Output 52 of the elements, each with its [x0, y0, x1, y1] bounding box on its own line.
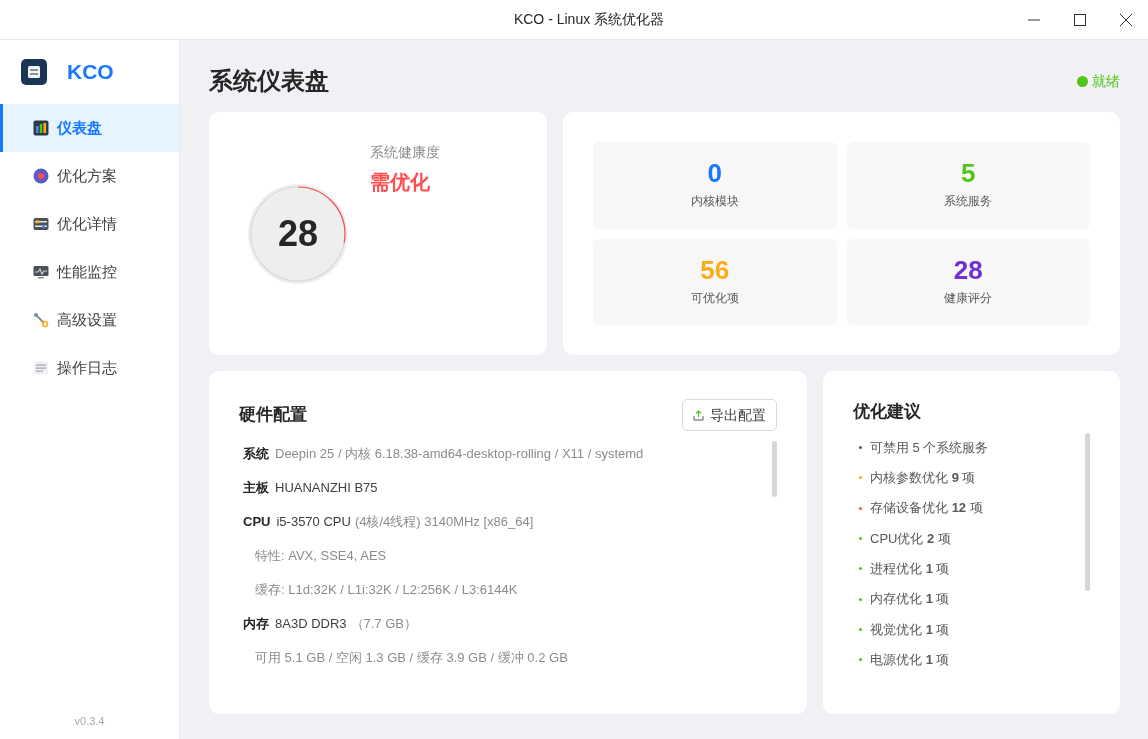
version-label: v0.3.4: [74, 713, 105, 729]
suggestion-item: 进程优化 1 项: [870, 560, 950, 579]
hardware-row-text: CPU i5-3570 CPU (4核/4线程) 3140MHz [x86_64]: [243, 513, 534, 532]
hardware-detail: 缓存: L1d:32K / L1i:32K / L2:256K / L3:6144K: [255, 581, 518, 600]
sidebar-item[interactable]: 优化详情: [0, 200, 179, 248]
sidebar-item[interactable]: 性能监控: [0, 248, 179, 296]
scrollbar-thumb[interactable]: [1085, 432, 1090, 591]
stat-label: 可优化项: [690, 289, 739, 307]
sidebar-item[interactable]: 仪表盘: [0, 104, 179, 152]
document-icon: [33, 360, 49, 376]
hardware-row-text: 内存 8A3D DDR3 （7.7 GB）: [243, 615, 417, 634]
suggestion-item: 可禁用 5 个系统服务: [870, 438, 989, 457]
app-logo-icon: [21, 59, 47, 85]
hardware-detail: 可用 5.1 GB / 空闲 1.3 GB / 缓存 3.9 GB / 缓冲 0.2 GB: [255, 649, 568, 668]
stat-value: 0: [707, 160, 722, 187]
status-label: 就绪: [1092, 71, 1120, 91]
suggestion-item: 存储设备优化 12 项: [870, 499, 983, 518]
target-icon: [33, 168, 49, 184]
health-verdict: 需优化: [370, 170, 431, 195]
export-button[interactable]: 导出配置: [682, 399, 777, 431]
hardware-row-text: 系统 Deepin 25 / 内核 6.18.38-amd64-desktop-rolling / X11 / systemd: [243, 445, 644, 464]
stat-label: 系统服务: [944, 193, 993, 211]
hardware-detail: 特性: AVX, SSE4, AES: [255, 547, 387, 566]
maximize-icon[interactable]: [1074, 13, 1086, 26]
window-title: KCO - Linux 系统优化器: [513, 10, 665, 29]
stat-label: 健康评分: [944, 289, 993, 307]
bar-chart-icon: [33, 120, 49, 136]
suggestion-item: 视觉优化 1 项: [870, 620, 950, 639]
sidebar-item[interactable]: 高级设置: [0, 296, 179, 344]
suggestion-item: 内存优化 1 项: [870, 590, 950, 609]
health-score: 28: [277, 216, 318, 252]
card-title: 优化建议: [853, 401, 922, 423]
card-title: 硬件配置: [239, 404, 307, 427]
app-name: KCO: [67, 59, 114, 86]
health-caption: 系统健康度: [370, 143, 440, 162]
upload-icon: [693, 409, 704, 421]
suggestion-item: CPU优化 2 项: [870, 529, 951, 548]
stat-value: 28: [953, 256, 983, 283]
wrench-icon: [33, 312, 49, 328]
hardware-row-text: 主板 HUANANZHI B75: [243, 479, 379, 498]
close-icon[interactable]: [1120, 13, 1132, 26]
suggestion-item: 电源优化 1 项: [870, 650, 950, 669]
stat-value: 56: [700, 256, 730, 283]
suggestion-item: 内核参数优化 9 项: [870, 469, 976, 488]
sliders-icon: [33, 216, 49, 232]
sidebar-item[interactable]: 操作日志: [0, 344, 179, 392]
stat-value: 5: [961, 160, 976, 187]
page-title: 系统仪表盘: [209, 66, 329, 96]
scrollbar-thumb[interactable]: [772, 441, 777, 497]
stat-label: 内核模块: [690, 193, 739, 211]
sidebar-item[interactable]: 优化方案: [0, 152, 179, 200]
monitor-icon: [33, 264, 49, 280]
